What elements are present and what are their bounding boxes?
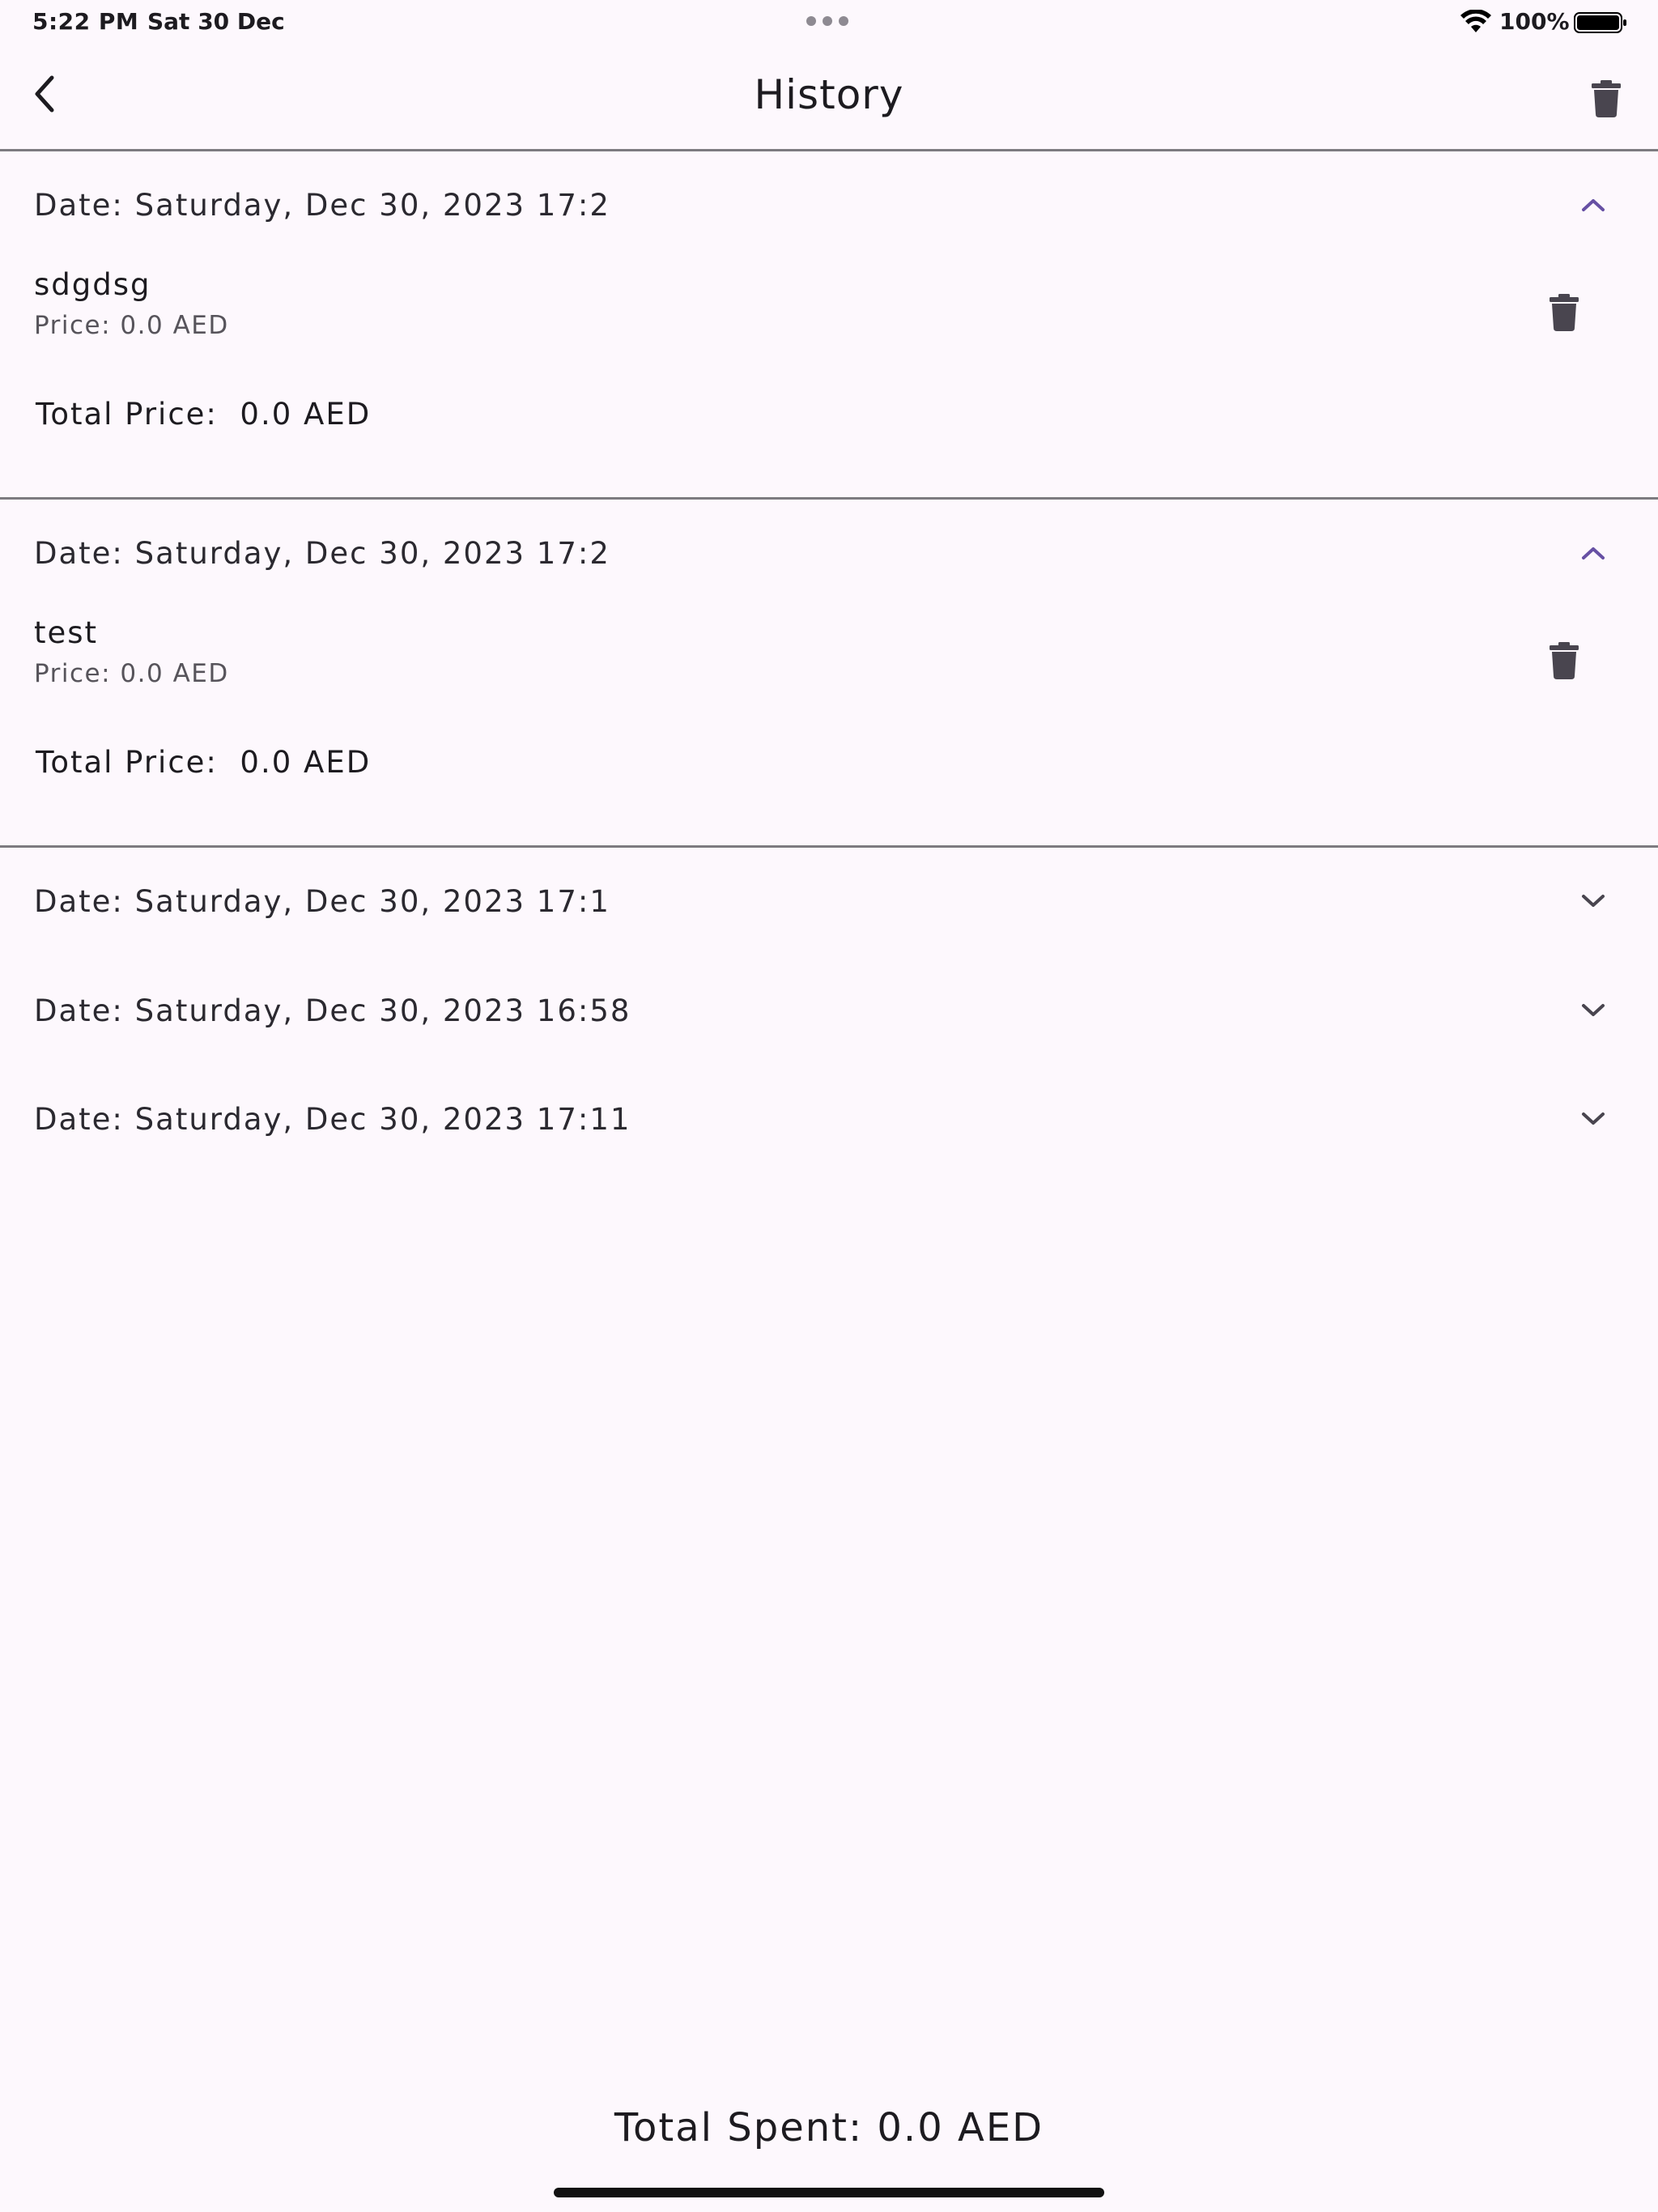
more-dots-icon[interactable] [806, 16, 848, 26]
battery-percent: 100% [1499, 8, 1570, 35]
section-date: Date: Saturday, Dec 30, 2023 16:58 [34, 993, 631, 1028]
page-title: History [754, 71, 904, 118]
list-item: sdgdsg Price: 0.0 AED [0, 259, 1658, 381]
delete-item-button[interactable] [1546, 640, 1582, 682]
history-section: Date: Saturday, Dec 30, 2023 17:2 test P… [0, 499, 1658, 815]
trash-icon [1550, 642, 1579, 679]
section-date: Date: Saturday, Dec 30, 2023 17:11 [34, 1101, 631, 1137]
section-header[interactable]: Date: Saturday, Dec 30, 2023 17:11 [0, 1065, 1658, 1173]
total-price-row: Total Price: 0.0 AED [0, 729, 1658, 815]
chevron-up-icon[interactable] [1577, 537, 1609, 569]
section-header[interactable]: Date: Saturday, Dec 30, 2023 16:58 [0, 956, 1658, 1065]
app-bar: History [0, 45, 1658, 151]
chevron-up-icon[interactable] [1577, 189, 1609, 221]
section-header[interactable]: Date: Saturday, Dec 30, 2023 17:2 [0, 499, 1658, 607]
section-date: Date: Saturday, Dec 30, 2023 17:2 [34, 187, 610, 223]
section-date: Date: Saturday, Dec 30, 2023 17:1 [34, 883, 610, 919]
history-section: Date: Saturday, Dec 30, 2023 17:2 sdgdsg… [0, 151, 1658, 466]
section-header[interactable]: Date: Saturday, Dec 30, 2023 17:2 [0, 151, 1658, 259]
delete-all-button[interactable] [1587, 76, 1626, 121]
chevron-down-icon[interactable] [1577, 994, 1609, 1027]
status-time: 5:22 PM [32, 8, 139, 35]
trash-icon [1550, 294, 1579, 331]
wifi-icon [1460, 10, 1491, 32]
item-price: Price: 0.0 AED [34, 311, 229, 340]
battery-icon [1574, 12, 1626, 33]
status-bar: 5:22 PM Sat 30 Dec 100% [0, 0, 1658, 45]
item-price: Price: 0.0 AED [34, 659, 229, 688]
home-indicator[interactable] [554, 2188, 1104, 2197]
history-screen: 5:22 PM Sat 30 Dec 100% History Date: Sa… [0, 0, 1658, 2212]
section-date: Date: Saturday, Dec 30, 2023 17:2 [34, 535, 610, 571]
item-name: test [34, 615, 99, 650]
list-item: test Price: 0.0 AED [0, 607, 1658, 729]
total-price-row: Total Price: 0.0 AED [0, 381, 1658, 466]
total-spent: Total Spent: 0.0 AED [614, 2105, 1044, 2150]
delete-item-button[interactable] [1546, 291, 1582, 334]
chevron-down-icon[interactable] [1577, 1103, 1609, 1135]
chevron-down-icon[interactable] [1577, 885, 1609, 917]
status-date: Sat 30 Dec [147, 8, 285, 35]
total-price: Total Price: 0.0 AED [36, 397, 372, 432]
section-header[interactable]: Date: Saturday, Dec 30, 2023 17:1 [0, 847, 1658, 955]
item-name: sdgdsg [34, 267, 151, 302]
trash-icon [1592, 80, 1621, 117]
total-price: Total Price: 0.0 AED [36, 745, 372, 780]
